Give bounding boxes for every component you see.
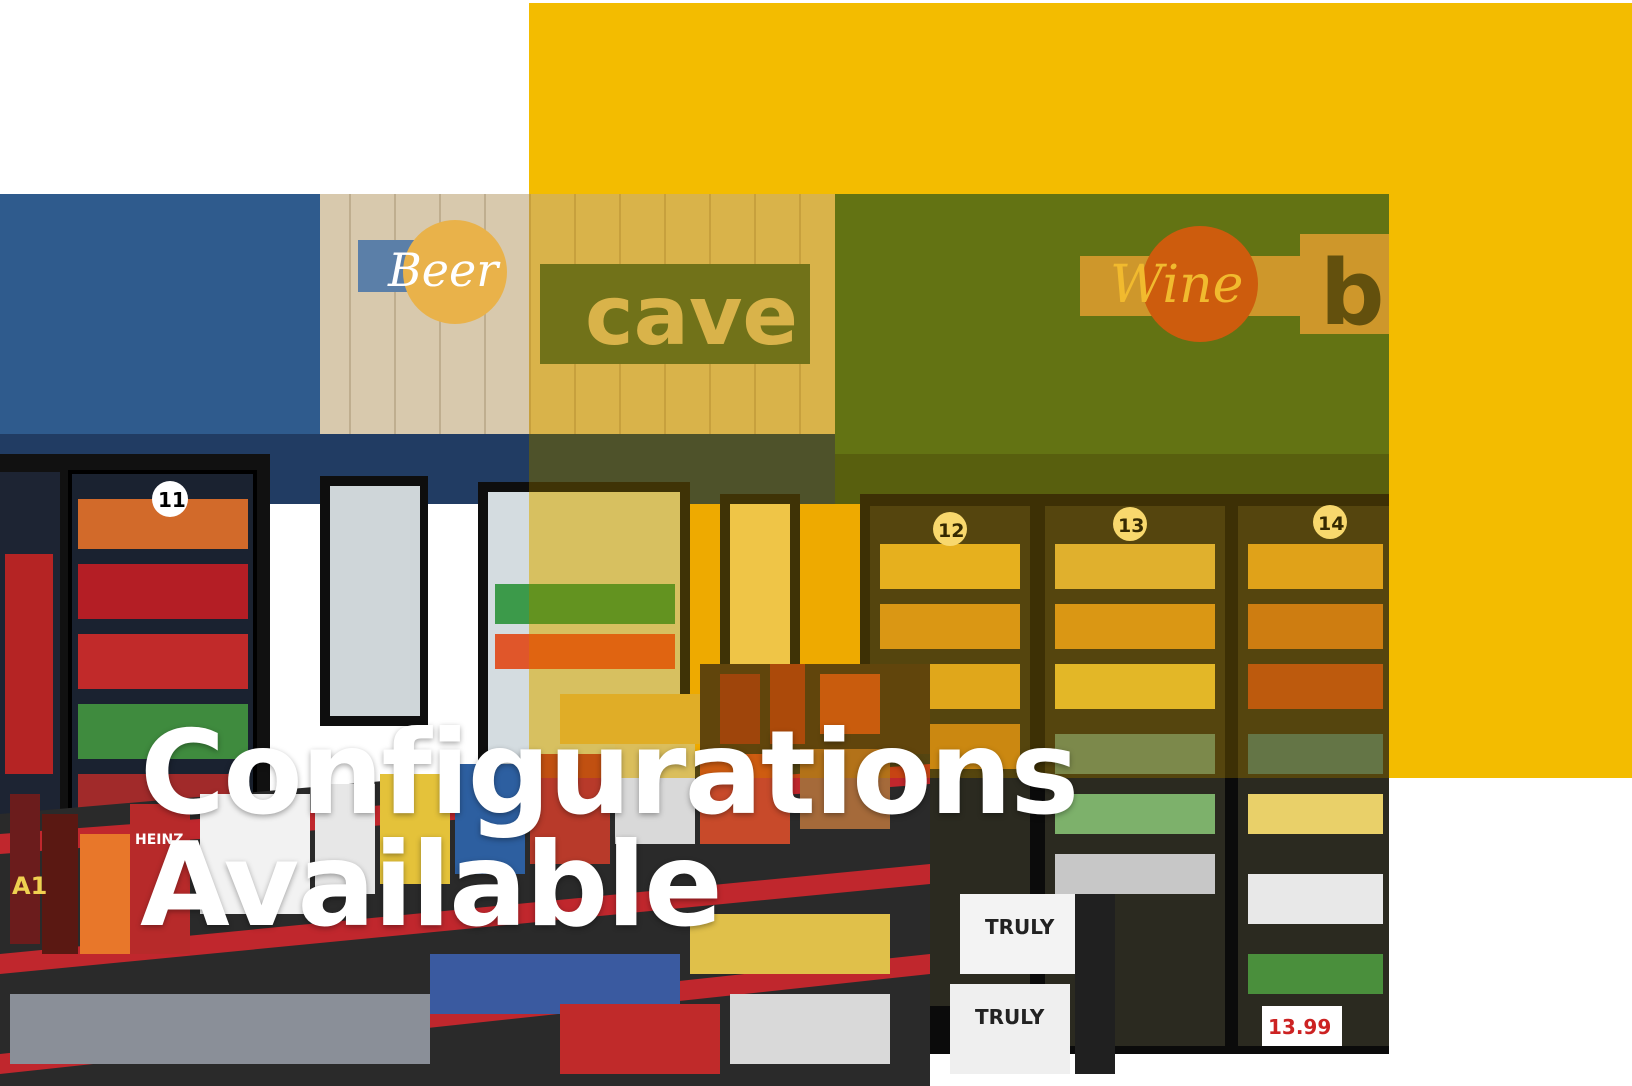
a1-label: A1 [12, 872, 47, 900]
price-text: 13.99 [1268, 1015, 1331, 1039]
door-number-14: 14 [1318, 513, 1344, 535]
door-number-13: 13 [1118, 515, 1144, 537]
wine-block-text: b [1320, 241, 1384, 346]
headline: Configurations Available [140, 706, 1079, 953]
cave-block-text: cave [585, 269, 798, 364]
beer-script-text: Beer [387, 243, 501, 297]
headline-line-2: Available [140, 818, 723, 953]
door-number-11: 11 [158, 488, 186, 512]
door-number-12: 12 [938, 520, 964, 542]
page: Beer cave Wine b 11 12 13 14 13.99 TRULY… [0, 0, 1632, 1086]
wine-script-text: Wine [1110, 255, 1243, 315]
headline-line-1: Configurations [140, 706, 1079, 841]
blue-wall-upper [0, 194, 320, 434]
truly-label-2: TRULY [975, 1005, 1045, 1029]
